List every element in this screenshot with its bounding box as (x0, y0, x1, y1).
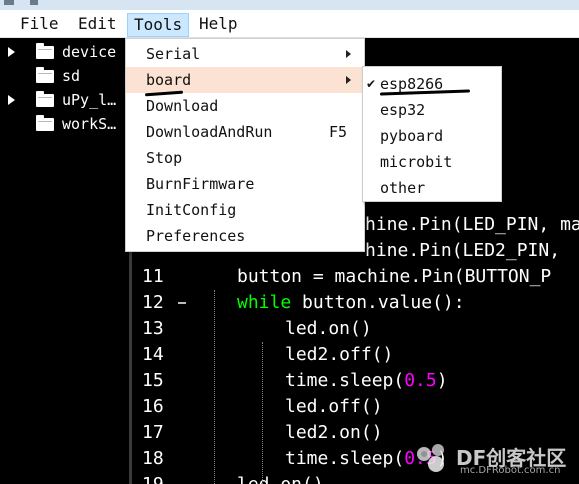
tree-item-workspace[interactable]: workS… (0, 113, 130, 135)
board-option-label: pyboard (380, 127, 444, 145)
board-option-label: microbit (380, 153, 453, 171)
menu-item-label: BurnFirmware (146, 175, 255, 193)
tools-menu-item-downloadandrun[interactable]: DownloadAndRun F5 (126, 119, 364, 145)
code-token: led2.on() (285, 422, 383, 443)
tools-menu-item-stop[interactable]: Stop (126, 145, 364, 171)
code-line-16: 16 led.off() (132, 394, 579, 420)
line-number: 18 (142, 448, 164, 469)
menu-item-label: Serial (146, 45, 201, 63)
folder-icon (36, 43, 54, 59)
code-text: led2.on() (285, 420, 383, 446)
tree-item-label: workS… (62, 115, 117, 133)
code-line-13: 13 led.on() (132, 316, 579, 342)
folder-icon (36, 67, 54, 83)
folder-icon (36, 115, 54, 131)
line-number: 16 (142, 396, 164, 417)
line-number: 14 (142, 344, 164, 365)
menu-item-label: Download (146, 97, 219, 115)
board-submenu: ✔ esp8266 esp32 pyboard microbit other (362, 66, 502, 202)
tools-menu-item-preferences[interactable]: Preferences (126, 223, 364, 249)
app-icon (4, 0, 14, 5)
menubar: File Edit Tools Help (0, 10, 579, 38)
menu-item-label: DownloadAndRun (146, 123, 273, 141)
board-option-label: other (380, 179, 426, 197)
code-line-11: 11 button = machine.Pin(BUTTON_P (132, 264, 579, 290)
code-text: while button.value(): (237, 290, 465, 316)
code-token: ) (436, 370, 448, 391)
menu-help[interactable]: Help (193, 13, 244, 37)
line-number: 15 (142, 370, 164, 391)
tools-menu-item-download[interactable]: Download (126, 93, 364, 119)
code-line-12: 12 while button.value(): (132, 290, 579, 316)
expand-arrow-icon[interactable] (8, 95, 15, 105)
board-option-microbit[interactable]: microbit (363, 149, 501, 175)
watermark: DF创客社区 mc.DFRobot.com.cn (412, 440, 579, 480)
line-number: 11 (142, 266, 164, 287)
code-token: time.sleep( (285, 448, 405, 469)
code-text: led2.off() (285, 342, 393, 368)
number-token: 0.5 (404, 370, 437, 391)
indent-guide (214, 290, 215, 484)
code-text: led.on() (285, 316, 372, 342)
code-token: led.on() (285, 318, 372, 339)
indent-guide (262, 342, 263, 484)
code-token: led.off() (285, 396, 383, 417)
tools-menu-item-initconfig[interactable]: InitConfig (126, 197, 364, 223)
menu-item-label: Preferences (146, 227, 246, 245)
dfrobot-logo-icon (417, 444, 444, 472)
code-token: time.sleep( (285, 370, 405, 391)
line-number: 13 (142, 318, 164, 339)
menu-tools[interactable]: Tools (127, 13, 190, 37)
code-text: button = machine.Pin(BUTTON_P (237, 264, 551, 290)
line-number: 12 (142, 292, 164, 313)
tree-item-label: device (62, 43, 117, 61)
submenu-arrow-icon (346, 76, 351, 84)
menu-edit[interactable]: Edit (72, 13, 123, 37)
code-token: button = machine.Pin(BUTTON_P (237, 266, 552, 287)
board-option-esp32[interactable]: esp32 (363, 97, 501, 123)
tree-item-device[interactable]: device (0, 41, 130, 63)
tools-dropdown-menu: Serial board Download DownloadAndRun F5 Stop B… (125, 38, 365, 252)
menu-item-shortcut: F5 (329, 123, 348, 141)
code-token: led.on() (237, 474, 324, 484)
code-token: led2.off() (285, 344, 394, 365)
code-text: led.on() (237, 472, 324, 484)
menu-item-label: InitConfig (146, 201, 237, 219)
expand-arrow-icon[interactable] (8, 47, 15, 57)
menu-item-label: Stop (146, 149, 183, 167)
code-fragment: hine.Pin(LED_PIN, ma (365, 214, 579, 235)
menu-item-label: board (146, 71, 192, 89)
window-titlebar (0, 0, 579, 10)
tools-menu-item-serial[interactable]: Serial (126, 41, 364, 67)
line-number: 19 (142, 472, 164, 484)
keyword-token: while (237, 292, 292, 313)
code-line-14: 14 led2.off() (132, 342, 579, 368)
watermark-subtext: mc.DFRobot.com.cn (460, 465, 561, 476)
folder-icon (36, 91, 54, 107)
file-tree-sidebar: device sd uPy_l… workS… (0, 38, 132, 484)
tree-item-upy-lib[interactable]: uPy_l… (0, 89, 130, 111)
line-number: 17 (142, 422, 164, 443)
code-text: led.off() (285, 394, 383, 420)
board-option-other[interactable]: other (363, 175, 501, 201)
checkmark-icon: ✔ (366, 77, 377, 91)
fold-toggle-icon[interactable] (178, 302, 186, 304)
code-fragment: hine.Pin(LED2_PIN, (365, 240, 561, 261)
tree-item-sd[interactable]: sd (0, 65, 130, 87)
tools-menu-item-board[interactable]: board (126, 67, 364, 93)
code-line-15: 15 time.sleep(0.5) (132, 368, 579, 394)
tree-item-label: sd (62, 67, 81, 85)
menu-file[interactable]: File (14, 13, 65, 37)
code-token: button.value(): (291, 292, 465, 313)
submenu-arrow-icon (346, 50, 351, 58)
title-glyph (30, 0, 38, 5)
tree-item-label: uPy_l… (62, 91, 117, 109)
tools-menu-item-burnfirmware[interactable]: BurnFirmware (126, 171, 364, 197)
code-text: time.sleep(0.5) (285, 368, 448, 394)
board-option-label: esp32 (380, 101, 426, 119)
board-option-pyboard[interactable]: pyboard (363, 123, 501, 149)
